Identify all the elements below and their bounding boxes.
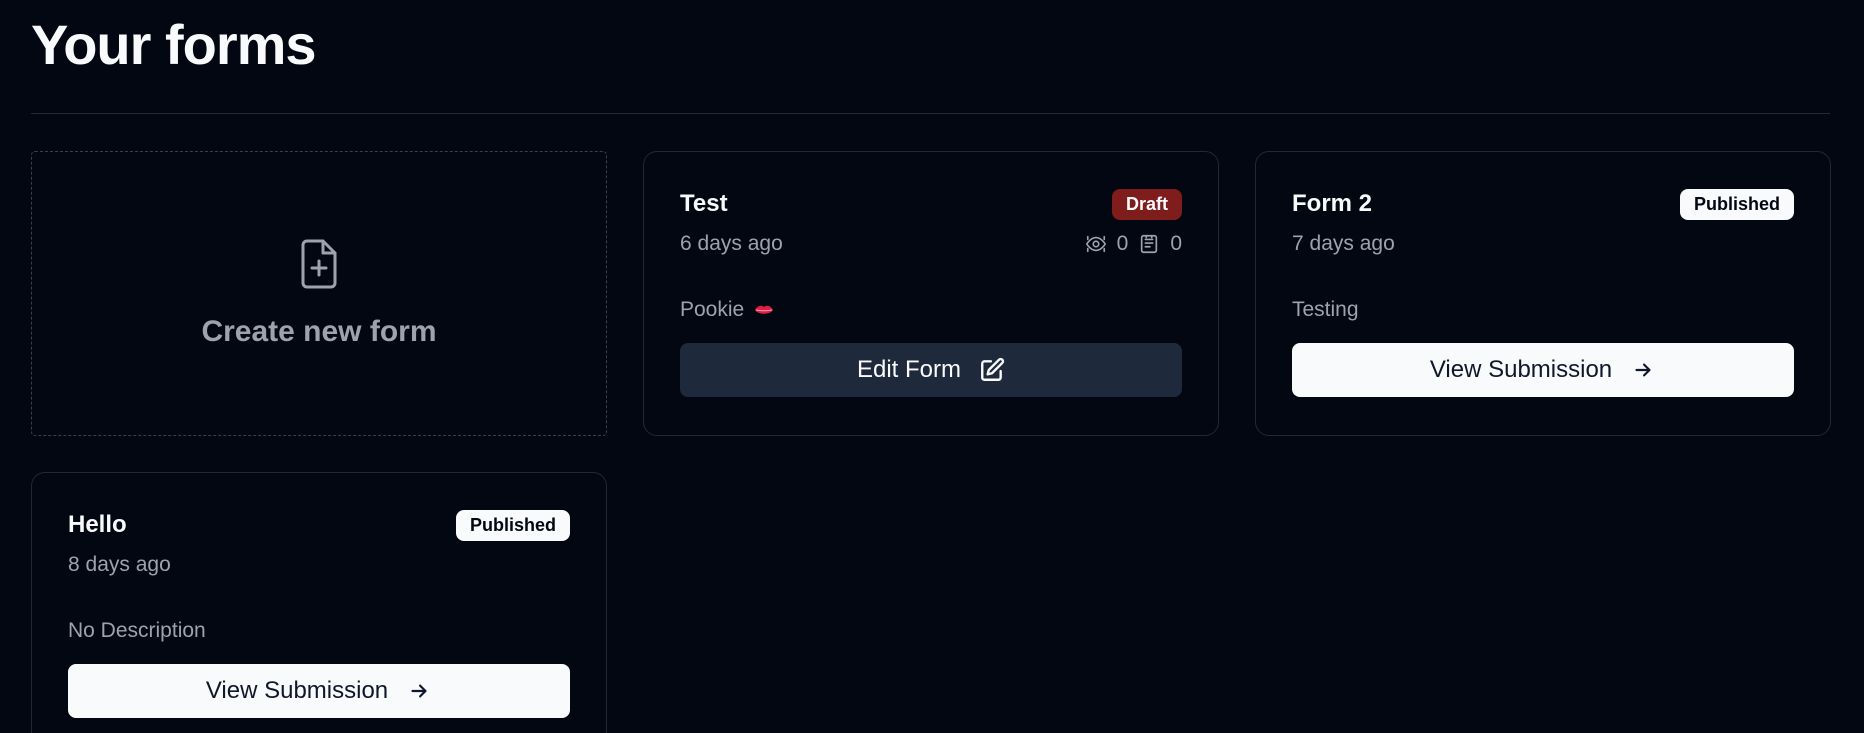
edit-form-label: Edit Form bbox=[856, 356, 961, 383]
page-title: Your forms bbox=[31, 13, 317, 76]
create-form-card[interactable]: Create new form bbox=[31, 151, 607, 436]
description-text: Pookie bbox=[680, 298, 745, 321]
status-badge: Published bbox=[1679, 188, 1794, 220]
create-form-label: Create new form bbox=[201, 314, 437, 348]
card-header: Hello Published bbox=[68, 509, 570, 541]
description-text: Testing bbox=[1292, 298, 1359, 321]
card-header: Form 2 Published bbox=[1292, 188, 1794, 220]
edit-icon bbox=[981, 357, 1005, 381]
view-submission-button[interactable]: View Submission bbox=[1292, 343, 1794, 397]
forms-grid: Create new form Test Draft 6 days ago 0 bbox=[31, 151, 1831, 733]
form-age: 7 days ago bbox=[1292, 232, 1395, 255]
form-card: Hello Published 8 days ago No Descriptio… bbox=[31, 472, 607, 733]
card-meta: 7 days ago bbox=[1292, 230, 1794, 258]
eye-icon bbox=[1085, 235, 1106, 253]
form-age: 8 days ago bbox=[68, 553, 171, 576]
form-card: Form 2 Published 7 days ago Testing View… bbox=[1255, 151, 1831, 436]
views-count: 0 bbox=[1116, 232, 1129, 255]
form-title: Hello bbox=[68, 511, 127, 538]
card-meta: 6 days ago 0 0 bbox=[680, 230, 1182, 258]
lips-icon bbox=[755, 305, 774, 314]
form-title: Form 2 bbox=[1292, 190, 1373, 217]
form-card: Test Draft 6 days ago 0 0 Pookie Edit Fo… bbox=[643, 151, 1219, 436]
view-submission-label: View Submission bbox=[205, 677, 389, 704]
description-text: No Description bbox=[68, 619, 206, 642]
card-meta: 8 days ago bbox=[68, 551, 570, 579]
forms-page: Your forms Create new form Test Draft 6 … bbox=[0, 0, 1864, 733]
file-plus-icon bbox=[301, 239, 337, 288]
submissions-icon bbox=[1141, 234, 1158, 254]
arrow-right-icon bbox=[411, 684, 427, 698]
view-submission-label: View Submission bbox=[1429, 356, 1613, 383]
arrow-right-icon bbox=[1635, 363, 1651, 377]
view-submission-button[interactable]: View Submission bbox=[68, 664, 570, 718]
divider bbox=[31, 113, 1830, 114]
form-age: 6 days ago bbox=[680, 232, 783, 255]
form-description: No Description bbox=[68, 617, 570, 645]
submissions-count: 0 bbox=[1170, 232, 1182, 255]
form-title: Test bbox=[680, 190, 728, 217]
status-badge: Draft bbox=[1111, 188, 1182, 220]
form-description: Testing bbox=[1292, 296, 1794, 324]
status-badge: Published bbox=[455, 509, 570, 541]
form-description: Pookie bbox=[680, 296, 1182, 324]
form-stats: 0 0 bbox=[1085, 232, 1182, 256]
edit-form-button[interactable]: Edit Form bbox=[680, 343, 1182, 397]
card-header: Test Draft bbox=[680, 188, 1182, 220]
